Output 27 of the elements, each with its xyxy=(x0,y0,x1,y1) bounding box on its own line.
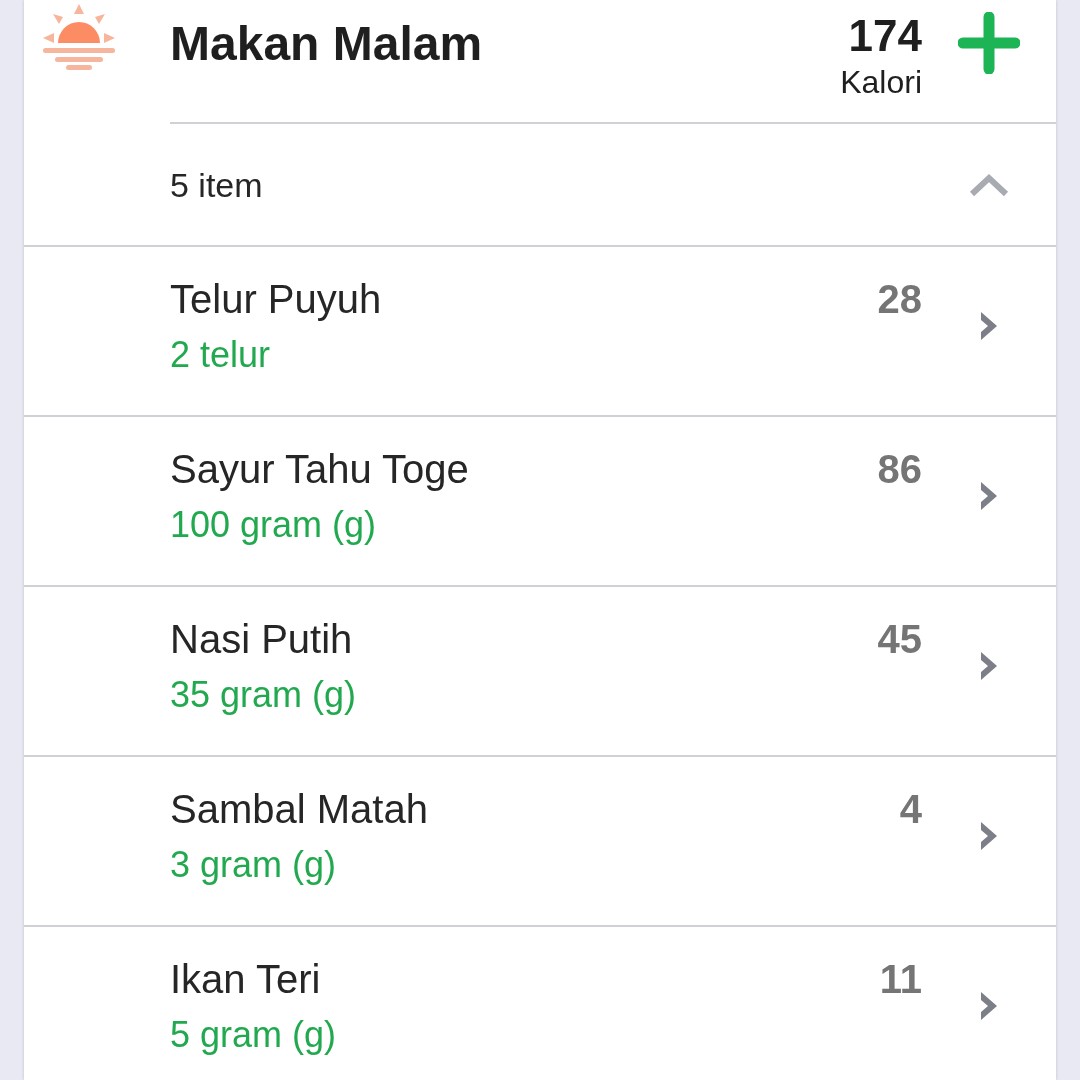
food-portion: 100 gram (g) xyxy=(170,503,378,547)
food-name: Nasi Putih xyxy=(170,616,354,663)
item-count: 5 item xyxy=(170,164,264,205)
food-name: Sayur Tahu Toge xyxy=(170,446,470,493)
food-name: Ikan Teri xyxy=(170,956,322,1003)
food-portion: 35 gram (g) xyxy=(170,673,358,717)
food-name: Sambal Matah xyxy=(170,786,429,833)
calorie-total: 174 xyxy=(848,10,922,62)
chevron-right-icon xyxy=(981,822,997,850)
food-calories: 45 xyxy=(877,616,922,663)
food-portion: 5 gram (g) xyxy=(170,1013,338,1057)
food-calories: 11 xyxy=(879,956,922,1003)
food-name: Telur Puyuh xyxy=(170,276,383,323)
chevron-right-icon xyxy=(981,312,997,340)
food-calories: 86 xyxy=(877,446,922,493)
food-portion: 2 telur xyxy=(170,333,272,377)
food-portion: 3 gram (g) xyxy=(170,843,338,887)
plus-icon[interactable] xyxy=(958,12,1020,74)
chevron-right-icon xyxy=(981,992,997,1020)
chevron-right-icon xyxy=(981,482,997,510)
food-calories: 4 xyxy=(899,786,922,833)
food-calories: 28 xyxy=(877,276,922,323)
meal-title: Makan Malam xyxy=(170,16,484,72)
calorie-label: Kalori xyxy=(840,63,922,102)
sunset-icon xyxy=(43,4,115,70)
chevron-up-icon[interactable] xyxy=(969,172,1009,197)
chevron-right-icon xyxy=(981,652,997,680)
